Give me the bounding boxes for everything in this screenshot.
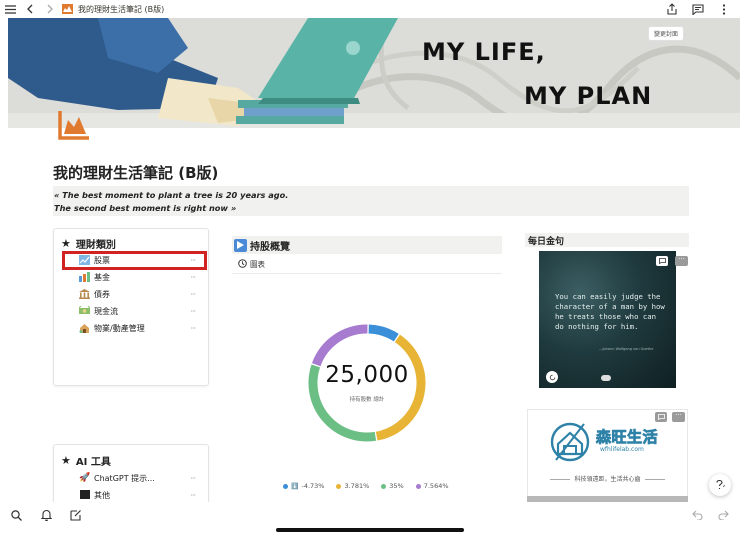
star-icon: ★ — [61, 237, 71, 250]
chart-legend: ⬇️ -4.73% 3.781% 35% 7.564% — [283, 482, 449, 490]
black-square-icon — [79, 489, 90, 501]
house-logo-icon — [550, 420, 590, 468]
holdings-heading-label: 持股概覽 — [250, 241, 290, 253]
quote-line-2: The second best moment is right now » — [54, 203, 237, 213]
logo-comment-icon[interactable] — [655, 412, 667, 422]
category-heading-label: 理財類別 — [75, 240, 116, 251]
legend-label: 7.564% — [423, 482, 449, 490]
home-indicator — [276, 528, 464, 532]
page-icon[interactable] — [57, 109, 91, 141]
legend-item[interactable]: 7.564% — [415, 482, 449, 490]
bell-icon[interactable] — [38, 507, 54, 523]
more-icon[interactable] — [714, 0, 734, 18]
donut-slice-3[interactable] — [311, 324, 368, 367]
cover-image: MY LIFE, MY PLAN 變更封面 — [8, 18, 740, 128]
source-badge-icon — [601, 375, 611, 381]
logo-more-icon[interactable]: ··· — [672, 412, 685, 422]
fund-icon — [79, 271, 90, 283]
logo-slogan: 科技領遠距，生活共心齒 — [527, 474, 688, 483]
legend-item[interactable]: 35% — [381, 482, 404, 490]
legend-swatch — [415, 483, 421, 489]
chart-view-label: 圖表 — [250, 260, 265, 269]
quote-block: « The best moment to plant a tree is 20 … — [53, 186, 689, 216]
image-comment-icon[interactable] — [656, 256, 668, 266]
share-icon[interactable] — [662, 0, 682, 18]
holdings-heading: 持股概覽 — [232, 236, 502, 254]
item-more-icon[interactable]: ··· — [190, 324, 196, 333]
selection-highlight-box — [62, 251, 207, 270]
donut-total-label: 持有股數 總計 — [349, 397, 385, 403]
top-bar: 我的理財生活筆記 (B版) — [0, 0, 740, 18]
item-more-icon[interactable]: ··· — [190, 290, 196, 299]
item-more-icon[interactable]: ··· — [190, 474, 196, 483]
daily-quote-text: You can easily judge the character of a … — [555, 292, 665, 331]
image-more-icon[interactable]: ··· — [675, 256, 688, 266]
money-flow-icon — [78, 305, 91, 317]
comment-icon[interactable] — [688, 0, 708, 18]
logo-url: wfhlifelab.com — [600, 446, 644, 453]
donut-total-value: 25,000 — [325, 362, 409, 388]
ai-tools-heading-label: AI 工具 — [75, 457, 111, 468]
category-item-cashflow[interactable]: 現金流 ··· — [78, 303, 207, 319]
daily-quote-heading: 每日金句 — [525, 233, 689, 247]
view-divider — [232, 273, 502, 274]
ai-tool-item-other[interactable]: 其他 ··· — [79, 487, 207, 503]
ai-tool-item-label: ChatGPT 提示... — [94, 473, 155, 483]
legend-item[interactable]: ⬇️ -4.73% — [283, 482, 324, 490]
forward-icon[interactable] — [40, 0, 60, 18]
category-item-label: 基金 — [94, 272, 110, 282]
cover-line-1: MY LIFE, — [422, 38, 546, 66]
slogan-rule-right — [644, 479, 665, 480]
donut-slice-0[interactable] — [368, 324, 399, 342]
slogan-text: 科技領遠距，生活共心齒 — [574, 476, 641, 483]
category-heading: ★ 理財類別 — [61, 236, 116, 251]
daily-quote-author: —Johann Wolfgang von Goethe — [599, 347, 654, 351]
search-icon[interactable] — [8, 507, 24, 523]
item-more-icon[interactable]: ··· — [190, 491, 196, 500]
category-item-property[interactable]: 物業/動產管理 ··· — [79, 320, 207, 336]
menu-icon[interactable] — [0, 0, 20, 18]
quote-line-1: « The best moment to plant a tree is 20 … — [54, 190, 289, 200]
property-icon — [79, 323, 90, 334]
page-small-icon — [60, 0, 74, 18]
clock-icon — [238, 259, 247, 270]
play-button-icon — [234, 238, 247, 252]
refresh-icon[interactable] — [546, 371, 558, 383]
slogan-rule-left — [550, 479, 571, 480]
ai-tool-item-chatgpt[interactable]: 🚀 ChatGPT 提示... ··· — [79, 470, 207, 486]
legend-item[interactable]: 3.781% — [336, 482, 369, 490]
change-cover-button[interactable]: 變更封面 — [647, 26, 684, 41]
bank-icon — [79, 288, 90, 300]
page-title: 我的理財生活筆記 (B版) — [53, 164, 219, 182]
category-item-label: 債券 — [94, 289, 110, 299]
ai-tool-item-label: 其他 — [94, 490, 110, 500]
category-item-label: 現金流 — [94, 306, 118, 316]
legend-swatch — [336, 483, 342, 489]
category-item-funds[interactable]: 基金 ··· — [79, 269, 207, 285]
legend-label: -4.73% — [301, 482, 325, 490]
item-more-icon[interactable]: ··· — [190, 273, 196, 282]
chart-view-tab[interactable]: 圖表 — [238, 259, 265, 270]
undo-icon[interactable] — [690, 507, 706, 523]
breadcrumb-title[interactable]: 我的理財生活筆記 (B版) — [78, 4, 164, 15]
star-icon: ★ — [61, 454, 71, 467]
back-icon[interactable] — [20, 0, 40, 18]
redo-icon[interactable] — [715, 507, 731, 523]
category-item-bonds[interactable]: 債券 ··· — [79, 286, 207, 302]
legend-swatch — [381, 483, 387, 489]
rocket-icon: 🚀 — [79, 472, 91, 483]
logo-title: 森旺生活 — [596, 428, 659, 447]
item-more-icon[interactable]: ··· — [190, 307, 196, 316]
cover-line-2: MY PLAN — [524, 82, 653, 110]
legend-swatch — [283, 483, 288, 489]
daily-quote-image[interactable]: You can easily judge the character of a … — [539, 251, 676, 388]
category-item-label: 物業/動產管理 — [94, 323, 145, 333]
down-arrow-icon: ⬇️ — [291, 482, 299, 490]
ai-tools-heading: ★ AI 工具 — [61, 453, 111, 468]
help-sparkle-button[interactable] — [709, 474, 731, 496]
new-page-icon[interactable] — [68, 507, 84, 523]
legend-label: 35% — [389, 482, 404, 490]
legend-label: 3.781% — [344, 482, 370, 490]
